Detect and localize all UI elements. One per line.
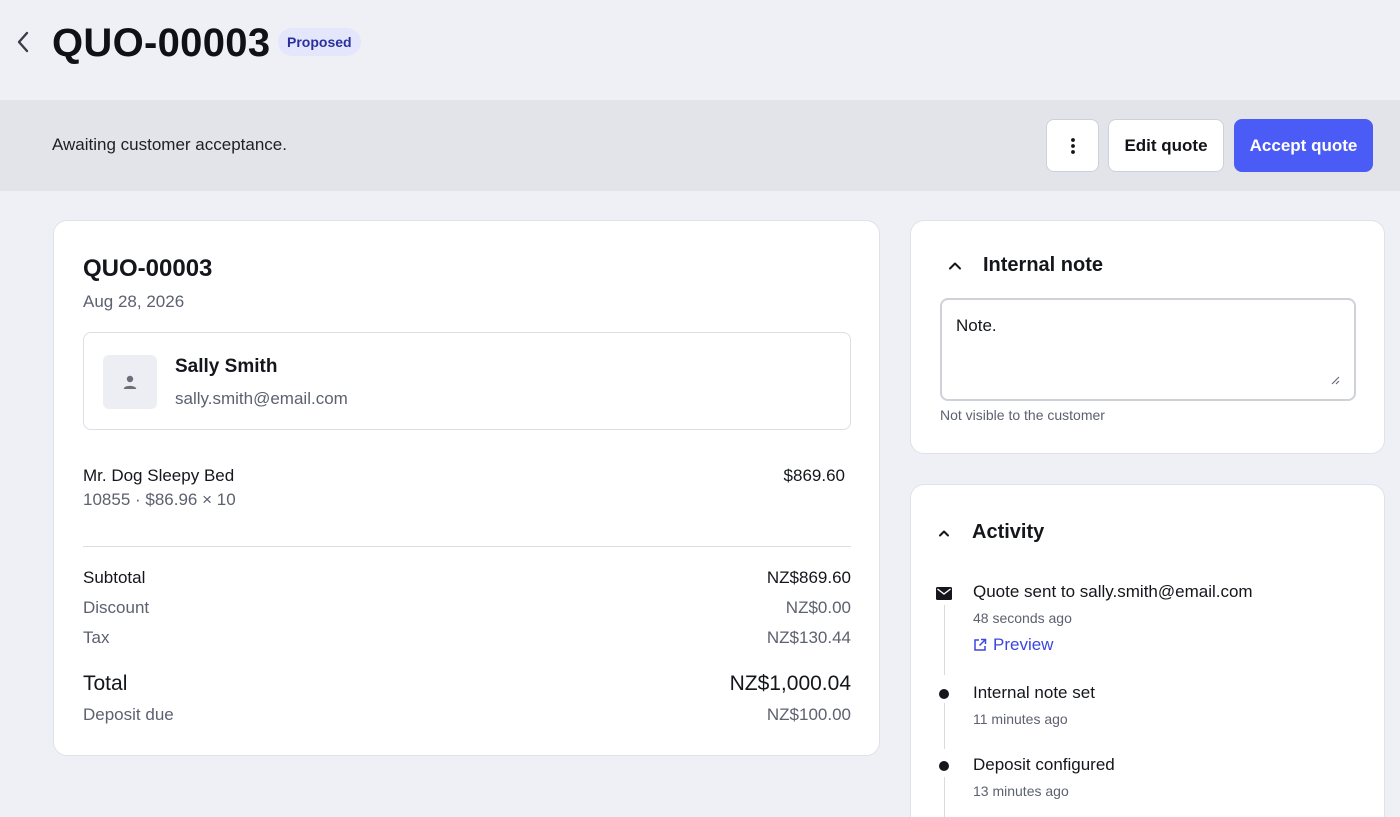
summary-row-deposit: Deposit due NZ$100.00 — [83, 705, 851, 725]
discount-value: NZ$0.00 — [785, 598, 851, 617]
activity-item-time: 11 minutes ago — [973, 711, 1068, 727]
line-item-meta: 10855 · $86.96 × 10 — [83, 490, 236, 509]
summary-row-total: Total NZ$1,000.04 — [83, 672, 851, 696]
status-badge: Proposed — [278, 28, 361, 56]
summary-row-discount: Discount NZ$0.00 — [83, 598, 851, 618]
customer-card[interactable]: Sally Smith sally.smith@email.com — [83, 332, 851, 430]
page-title: QUO-00003 — [52, 21, 271, 65]
internal-note-input[interactable]: Note. — [940, 298, 1356, 401]
timeline-dot-icon — [939, 761, 949, 771]
activity-item-time: 13 minutes ago — [973, 783, 1069, 799]
chevron-left-icon — [17, 31, 29, 53]
total-label: Total — [83, 672, 128, 695]
more-actions-button[interactable] — [1046, 119, 1099, 172]
page-header: QUO-00003 Proposed — [0, 0, 1400, 100]
chevron-up-icon[interactable] — [933, 522, 955, 544]
subtotal-value: NZ$869.60 — [766, 568, 851, 587]
status-banner: Awaiting customer acceptance. Edit quote… — [0, 100, 1400, 191]
preview-link[interactable]: Preview — [973, 635, 1053, 655]
activity-item-text: Deposit configured — [973, 755, 1115, 774]
timeline-line — [944, 703, 945, 749]
tax-label: Tax — [83, 628, 110, 647]
line-item-name: Mr. Dog Sleepy Bed — [83, 466, 235, 485]
mail-icon — [935, 585, 953, 601]
quote-date: Aug 28, 2026 — [83, 292, 185, 311]
edit-quote-button[interactable]: Edit quote — [1108, 119, 1224, 172]
total-value: NZ$1,000.04 — [729, 672, 851, 695]
subtotal-label: Subtotal — [83, 568, 146, 587]
customer-email: sally.smith@email.com — [175, 389, 348, 408]
avatar — [103, 355, 157, 409]
quote-card: QUO-00003 Aug 28, 2026 Sally Smith sally… — [53, 220, 880, 756]
summary-row-tax: Tax NZ$130.44 — [83, 628, 851, 648]
timeline-line — [944, 777, 945, 817]
internal-note-card: Internal note Note. Not visible to the c… — [910, 220, 1385, 454]
banner-message: Awaiting customer acceptance. — [52, 135, 287, 154]
deposit-value: NZ$100.00 — [766, 705, 851, 724]
summary-row-subtotal: Subtotal NZ$869.60 — [83, 568, 851, 588]
chevron-up-icon[interactable] — [944, 254, 966, 276]
activity-card: Activity Quote sent to sally.smith@email… — [910, 484, 1385, 817]
more-vertical-icon — [1070, 137, 1075, 154]
timeline-line — [944, 605, 945, 675]
timeline-dot-icon — [939, 689, 949, 699]
back-button[interactable] — [8, 26, 38, 58]
quote-number: QUO-00003 — [83, 255, 213, 282]
quote-detail-page: QUO-00003 Proposed Awaiting customer acc… — [0, 0, 1400, 817]
activity-title: Activity — [972, 521, 1045, 543]
accept-quote-button[interactable]: Accept quote — [1234, 119, 1373, 172]
activity-item-text: Internal note set — [973, 683, 1095, 702]
divider — [83, 546, 851, 547]
resize-handle-icon[interactable] — [1330, 375, 1340, 385]
person-icon — [123, 375, 137, 389]
preview-link-label: Preview — [993, 635, 1054, 654]
customer-name: Sally Smith — [175, 356, 278, 377]
discount-label: Discount — [83, 598, 150, 617]
tax-value: NZ$130.44 — [766, 628, 851, 647]
line-item-price: $869.60 — [783, 466, 845, 485]
internal-note-help: Not visible to the customer — [940, 407, 1105, 423]
internal-note-title: Internal note — [983, 254, 1104, 276]
activity-item-time: 48 seconds ago — [973, 610, 1072, 626]
external-link-icon — [974, 638, 987, 651]
deposit-label: Deposit due — [83, 705, 174, 724]
activity-item-text: Quote sent to sally.smith@email.com — [973, 582, 1253, 601]
